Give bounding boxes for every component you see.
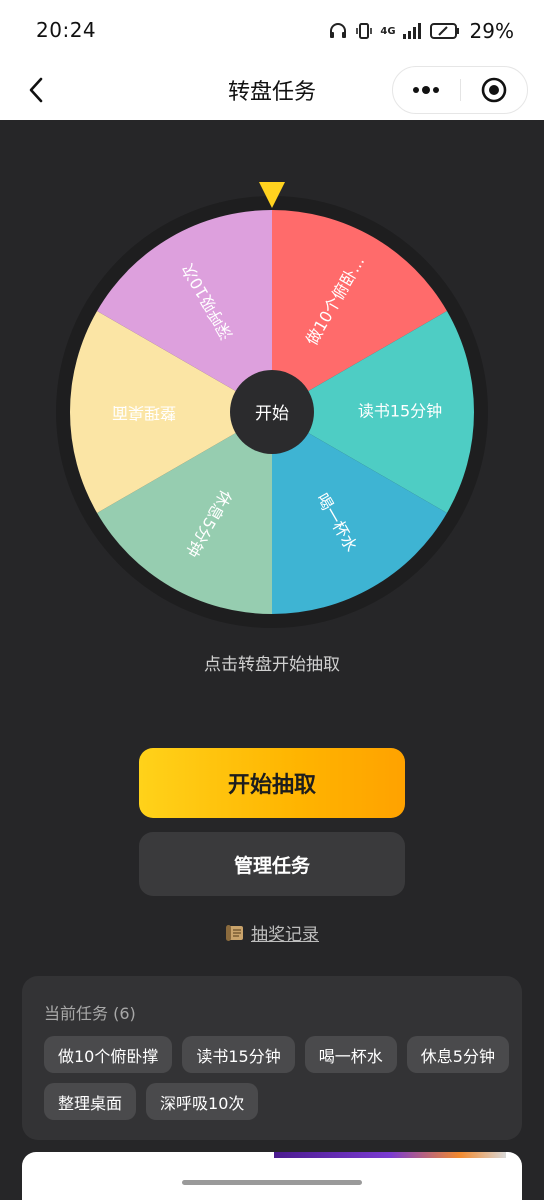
status-bar: 20:24 4G 29%: [0, 0, 544, 60]
more-button[interactable]: [393, 66, 460, 114]
wheel-segment-label: 整理桌面: [112, 404, 176, 423]
task-chip[interactable]: 整理桌面: [44, 1083, 137, 1120]
status-time: 20:24: [36, 18, 97, 42]
network-type: 4G: [380, 25, 396, 37]
current-tasks-card: 当前任务 (6) 做10个俯卧撑 读书15分钟 喝一杯水 休息5分钟 整理桌面 …: [22, 976, 522, 1140]
wheel-segment-label: 读书15分钟: [358, 402, 442, 421]
wheel-hint: 点击转盘开始抽取: [204, 655, 340, 675]
task-chip[interactable]: 深呼吸10次: [146, 1083, 259, 1120]
status-icons: 4G 29%: [328, 17, 514, 45]
close-button[interactable]: [461, 66, 528, 114]
task-chip-list: 做10个俯卧撑 读书15分钟 喝一杯水 休息5分钟 整理桌面 深呼吸10次: [44, 1036, 514, 1120]
home-indicator[interactable]: [182, 1180, 362, 1185]
wheel-pointer: [259, 182, 285, 208]
task-chip[interactable]: 读书15分钟: [182, 1036, 295, 1073]
more-dots-icon: [413, 86, 440, 94]
task-chip[interactable]: 做10个俯卧撑: [44, 1036, 173, 1073]
nav-bar: 转盘任务: [0, 60, 544, 120]
prize-wheel[interactable]: 做10个俯卧... 读书15分钟 喝一杯水 休息5分钟 整理桌面 深呼吸10次 开始: [56, 196, 488, 628]
start-draw-button[interactable]: 开始抽取: [139, 748, 405, 818]
headphones-icon: [330, 23, 347, 38]
signal-icon: [402, 23, 421, 39]
task-chip[interactable]: 喝一杯水: [304, 1036, 397, 1073]
history-link[interactable]: 抽奖记录: [0, 920, 544, 945]
scroll-icon: [226, 925, 243, 941]
wheel-svg[interactable]: 做10个俯卧...读书15分钟喝一杯水休息5分钟整理桌面深呼吸10次 开始: [56, 196, 488, 628]
battery-percent: 29%: [469, 19, 514, 43]
bottom-card: [22, 1152, 522, 1200]
history-link-label: 抽奖记录: [251, 925, 319, 945]
battery-icon: [429, 23, 459, 39]
wheel-center-label: 开始: [255, 404, 289, 424]
current-tasks-title: 当前任务 (6): [44, 1004, 136, 1023]
mini-program-capsule: [392, 66, 528, 114]
bottom-card-banner: [274, 1152, 506, 1158]
manage-tasks-button[interactable]: 管理任务: [139, 832, 405, 896]
target-circle-icon: [481, 77, 507, 103]
main-content: 做10个俯卧... 读书15分钟 喝一杯水 休息5分钟 整理桌面 深呼吸10次 开始 点击…: [0, 120, 544, 1200]
task-chip[interactable]: 休息5分钟: [406, 1036, 509, 1073]
vibrate-icon: [356, 23, 373, 39]
